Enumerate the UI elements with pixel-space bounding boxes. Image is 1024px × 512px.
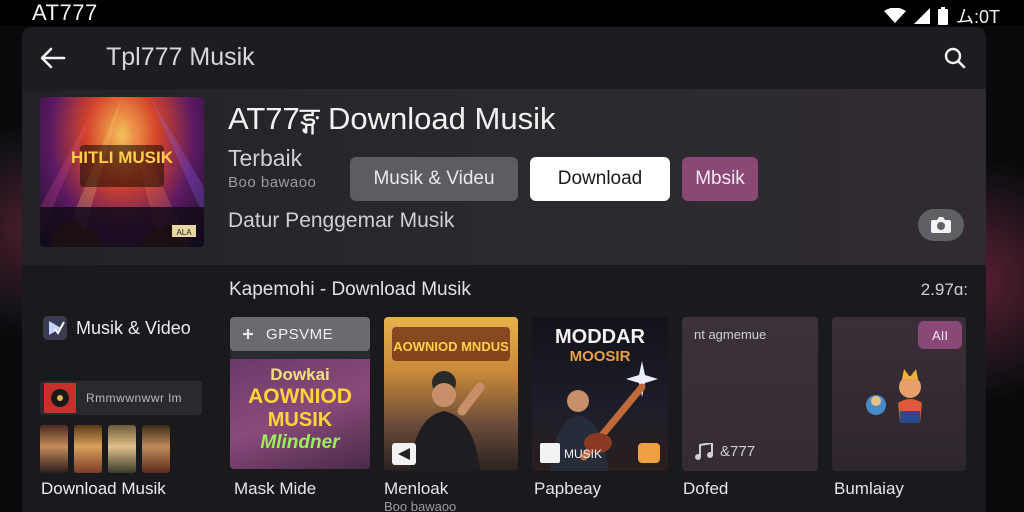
avatar[interactable]: [74, 425, 102, 473]
concert-art-image: HITLI MUSIK ALA: [40, 97, 204, 247]
arrow-left-icon: [40, 47, 66, 69]
sidebar-track-row[interactable]: Rmmwwnwwr lm: [40, 381, 202, 415]
sidebar-bottom-label: Download Musik: [41, 479, 166, 498]
card-caption: Papbeay: [534, 479, 602, 498]
music-note-icon: [695, 443, 713, 460]
avatar[interactable]: [108, 425, 136, 473]
music-card[interactable]: nt agmemue &777: [682, 317, 818, 471]
card-art-line: Dowkai: [270, 365, 330, 384]
avatar[interactable]: [40, 425, 68, 473]
plus-icon: [243, 329, 253, 339]
artist-avatars: [40, 425, 170, 473]
avatar[interactable]: [142, 425, 170, 473]
camera-icon: [931, 217, 951, 233]
search-button[interactable]: [938, 41, 972, 75]
battery-icon: [937, 7, 948, 25]
card-art-line: MODDAR: [555, 326, 646, 348]
chip-musik[interactable]: Mbsik: [682, 157, 758, 201]
section-title: Kapemohi - Download Musik: [229, 279, 471, 300]
camera-button[interactable]: [918, 209, 964, 241]
card-caption: Bumlaiay: [834, 479, 904, 498]
card-art-image: AOWNIOD MNDUS: [392, 327, 510, 471]
wifi-icon: [883, 8, 906, 23]
record-icon: [44, 383, 76, 413]
app-bar: Tpl777 Musik: [22, 27, 986, 89]
music-card[interactable]: MODDAR MOOSIR MUSIK: [532, 317, 668, 471]
card-badge: AII: [918, 321, 962, 349]
card-art-badge: MUSIK: [564, 447, 602, 461]
status-icons: ム:0T: [883, 3, 1000, 29]
search-icon: [944, 47, 966, 69]
card-caption: Mask Mide: [234, 479, 317, 498]
card-art-image: MODDAR MOOSIR MUSIK: [540, 326, 660, 471]
card-art-text: AOWNIOD MNDUS: [393, 339, 509, 354]
music-card[interactable]: GPSVME Dowkai AOWNIOD MUSIK Mlindner: [230, 317, 370, 469]
card-art-line: Mlindner: [260, 432, 340, 453]
hero-art-text: HITLI MUSIK: [71, 148, 174, 167]
app-window: Tpl777 Musik HITLI MUSIK ALA AT77ङ्ग Dow…: [22, 27, 986, 512]
hero-art-badge: ALA: [176, 228, 192, 237]
status-bar: AT777 ム:0T: [0, 0, 1024, 29]
music-card[interactable]: AOWNIOD MNDUS: [384, 317, 518, 471]
status-app-name: AT777: [32, 0, 98, 25]
hero-banner: HITLI MUSIK ALA AT77ङ्ग Download Musik T…: [22, 89, 986, 265]
back-button[interactable]: [36, 41, 70, 75]
sidebar-item-musik-video[interactable]: Musik & Video: [42, 315, 191, 341]
hero-tagline: Datur Penggemar Musik: [228, 209, 455, 232]
app-bar-title: Tpl777 Musik: [106, 43, 255, 71]
chip-download[interactable]: Download: [530, 157, 670, 201]
card-art: Dowkai AOWNIOD MUSIK Mlindner: [230, 359, 370, 469]
play-check-icon: [43, 316, 67, 340]
hero-album-art[interactable]: HITLI MUSIK ALA: [40, 97, 204, 247]
sidebar-row-text: Rmmwwnwwr lm: [86, 391, 182, 405]
card-top-label: GPSVME: [266, 325, 334, 343]
cartoon-character-icon: [866, 369, 922, 423]
card-caption: Dofed: [683, 479, 729, 498]
card-art-line: MOOSIR: [570, 348, 631, 365]
card-caption: Menloak: [384, 479, 449, 498]
card-footer-text: &777: [720, 443, 756, 460]
signal-icon: [913, 8, 930, 24]
card-subcaption: Boo bawaoo: [384, 499, 457, 512]
status-time: ム:0T: [955, 7, 1000, 27]
hero-title: AT77ङ्ग Download Musik: [228, 101, 556, 136]
card-art-line: AOWNIOD: [248, 385, 352, 408]
card-art-line: MUSIK: [267, 409, 333, 431]
card-top-button[interactable]: GPSVME: [230, 317, 370, 351]
chip-musik-video[interactable]: Musik & Videu: [350, 157, 518, 201]
section-count: 2.97ɑ:: [920, 280, 968, 299]
hero-subtext: Boo bawaoo: [228, 174, 317, 191]
hero-subtitle: Terbaik: [228, 145, 303, 171]
sidebar-item-label: Musik & Video: [76, 317, 191, 338]
card-header-text: nt agmemue: [694, 327, 767, 342]
download-section: Kapemohi - Download Musik 2.97ɑ: Musik &…: [22, 265, 986, 512]
music-card[interactable]: AII: [832, 317, 966, 471]
